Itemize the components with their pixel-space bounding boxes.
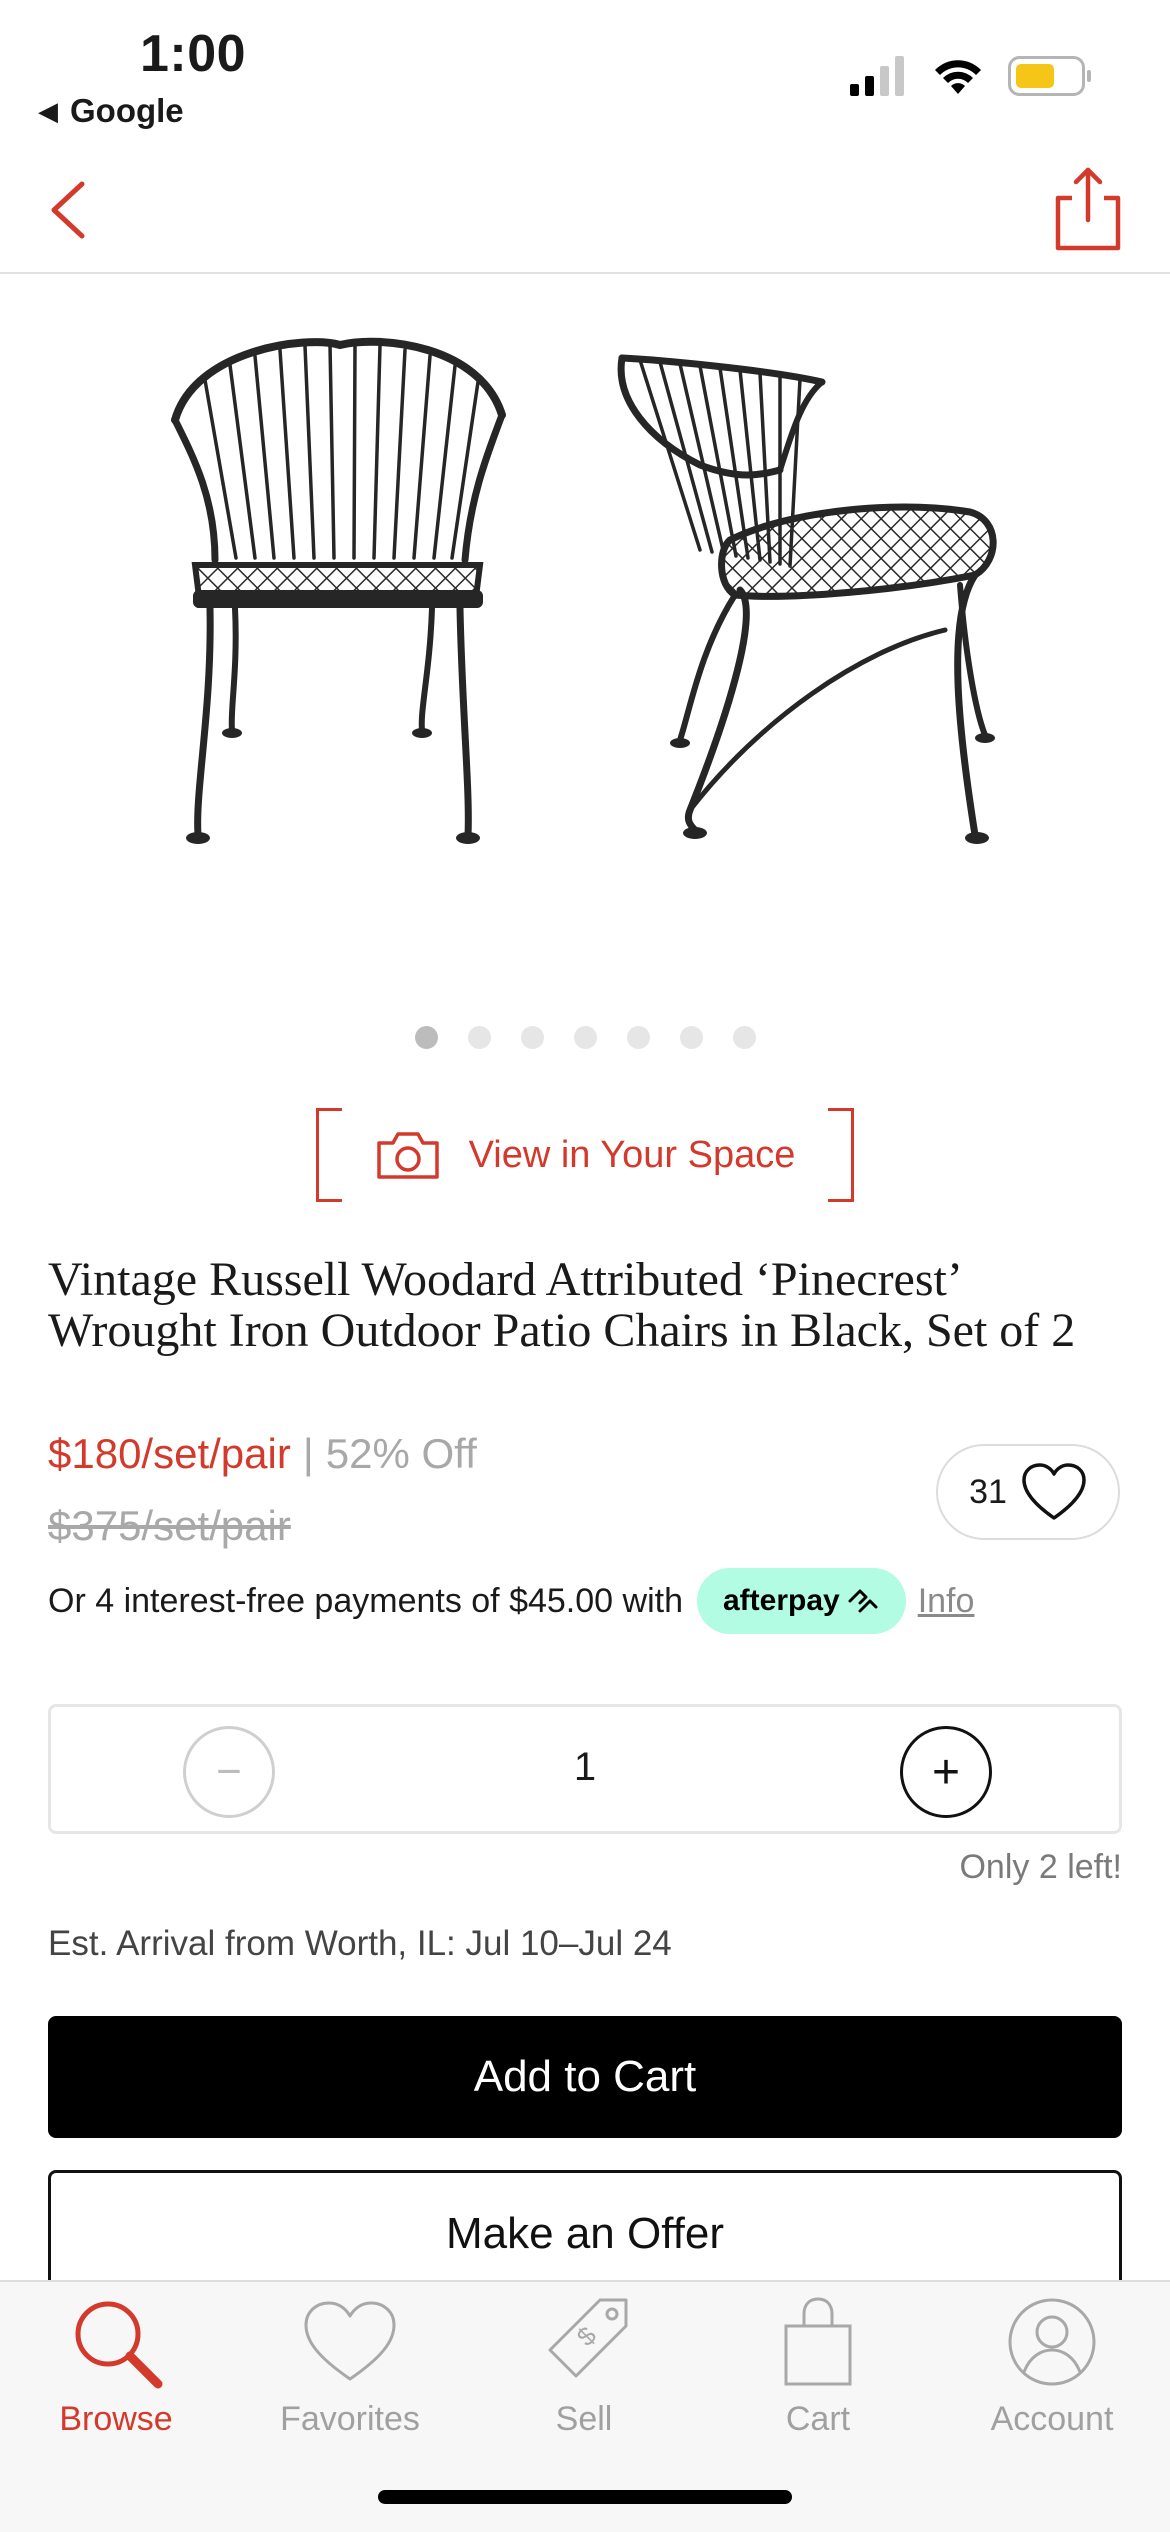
add-to-cart-button[interactable]: Add to Cart xyxy=(48,2016,1122,2138)
tab-label: Account xyxy=(990,2400,1114,2438)
favorites-count: 31 xyxy=(969,1472,1007,1511)
view-in-your-space-label: View in Your Space xyxy=(468,1133,796,1176)
svg-text:$: $ xyxy=(571,2320,603,2352)
shopping-bag-icon xyxy=(763,2292,873,2392)
afterpay-badge-label: afterpay xyxy=(722,1584,840,1617)
bracket-right xyxy=(828,1108,854,1202)
carousel-dot[interactable] xyxy=(414,1026,438,1049)
favorite-button[interactable]: 31 xyxy=(936,1444,1120,1540)
stock-note: Only 2 left! xyxy=(959,1848,1122,1886)
afterpay-badge[interactable]: afterpay xyxy=(696,1568,906,1634)
price-row: $180/set/pair | 52% Off xyxy=(48,1430,477,1478)
product-title: Vintage Russell Woodard Attributed ‘Pine… xyxy=(48,1253,1076,1357)
tab-browse[interactable]: Browse xyxy=(16,2292,216,2439)
chair-front xyxy=(171,337,506,844)
bracket-left xyxy=(316,1108,342,1202)
status-icons xyxy=(850,56,1092,96)
original-price: $375/set/pair xyxy=(48,1502,291,1549)
tab-cart[interactable]: Cart xyxy=(718,2292,918,2439)
sale-price: $180/set/pair xyxy=(48,1430,291,1477)
afterpay-info-link[interactable]: Info xyxy=(918,1582,975,1621)
carousel-dot[interactable] xyxy=(679,1026,703,1049)
tab-account[interactable]: Account xyxy=(952,2292,1152,2439)
status-bar: 1:00 ◀ Google xyxy=(0,0,1170,140)
afterpay-text: Or 4 interest-free payments of $45.00 wi… xyxy=(48,1581,683,1620)
afterpay-arrows-icon xyxy=(848,1589,878,1613)
price-tag-icon: $ xyxy=(529,2292,639,2392)
back-app-label: Google xyxy=(70,92,184,129)
back-triangle-icon: ◀ xyxy=(38,95,58,126)
tab-bar: Browse Favorites $ Sell Cart Account xyxy=(0,2280,1170,2532)
carousel-dot[interactable] xyxy=(626,1026,650,1049)
carousel-dot[interactable] xyxy=(520,1026,544,1049)
tab-label: Cart xyxy=(785,2400,851,2438)
view-in-your-space-button[interactable]: View in Your Space xyxy=(316,1108,854,1202)
status-time: 1:00 xyxy=(140,25,247,83)
carousel-dot[interactable] xyxy=(732,1026,756,1049)
carousel-dots[interactable] xyxy=(0,1026,1170,1049)
heart-icon xyxy=(1022,1463,1086,1520)
battery-icon xyxy=(1008,56,1091,96)
tab-label: Browse xyxy=(59,2400,173,2438)
wifi-icon xyxy=(935,60,981,94)
tab-sell[interactable]: $ Sell xyxy=(484,2292,684,2439)
afterpay-row: Or 4 interest-free payments of $45.00 wi… xyxy=(48,1568,1128,1634)
user-icon xyxy=(997,2292,1107,2392)
share-icon[interactable] xyxy=(1052,164,1124,254)
back-to-app-link[interactable]: ◀ Google xyxy=(38,92,184,130)
tab-label: Favorites xyxy=(280,2400,420,2438)
chairs-illustration xyxy=(171,337,997,844)
home-indicator[interactable] xyxy=(378,2490,792,2504)
discount-label: 52% Off xyxy=(325,1430,477,1477)
quantity-stepper: − 1 + xyxy=(48,1704,1122,1834)
tab-label: Sell xyxy=(555,2400,613,2438)
cellular-signal-icon xyxy=(850,56,904,96)
estimated-arrival: Est. Arrival from Worth, IL: Jul 10–Jul … xyxy=(48,1924,672,1963)
carousel-dot[interactable] xyxy=(467,1026,491,1049)
chevron-left-icon[interactable] xyxy=(40,170,100,250)
heart-icon xyxy=(295,2292,405,2392)
camera-icon xyxy=(376,1132,439,1179)
increase-quantity-button[interactable]: + xyxy=(900,1726,992,1818)
price-separator: | xyxy=(302,1430,314,1477)
chair-side xyxy=(617,354,997,844)
product-image[interactable] xyxy=(0,290,1170,990)
carousel-dot[interactable] xyxy=(573,1026,597,1049)
search-icon xyxy=(61,2292,171,2392)
tab-favorites[interactable]: Favorites xyxy=(250,2292,450,2439)
nav-bar xyxy=(0,150,1170,274)
